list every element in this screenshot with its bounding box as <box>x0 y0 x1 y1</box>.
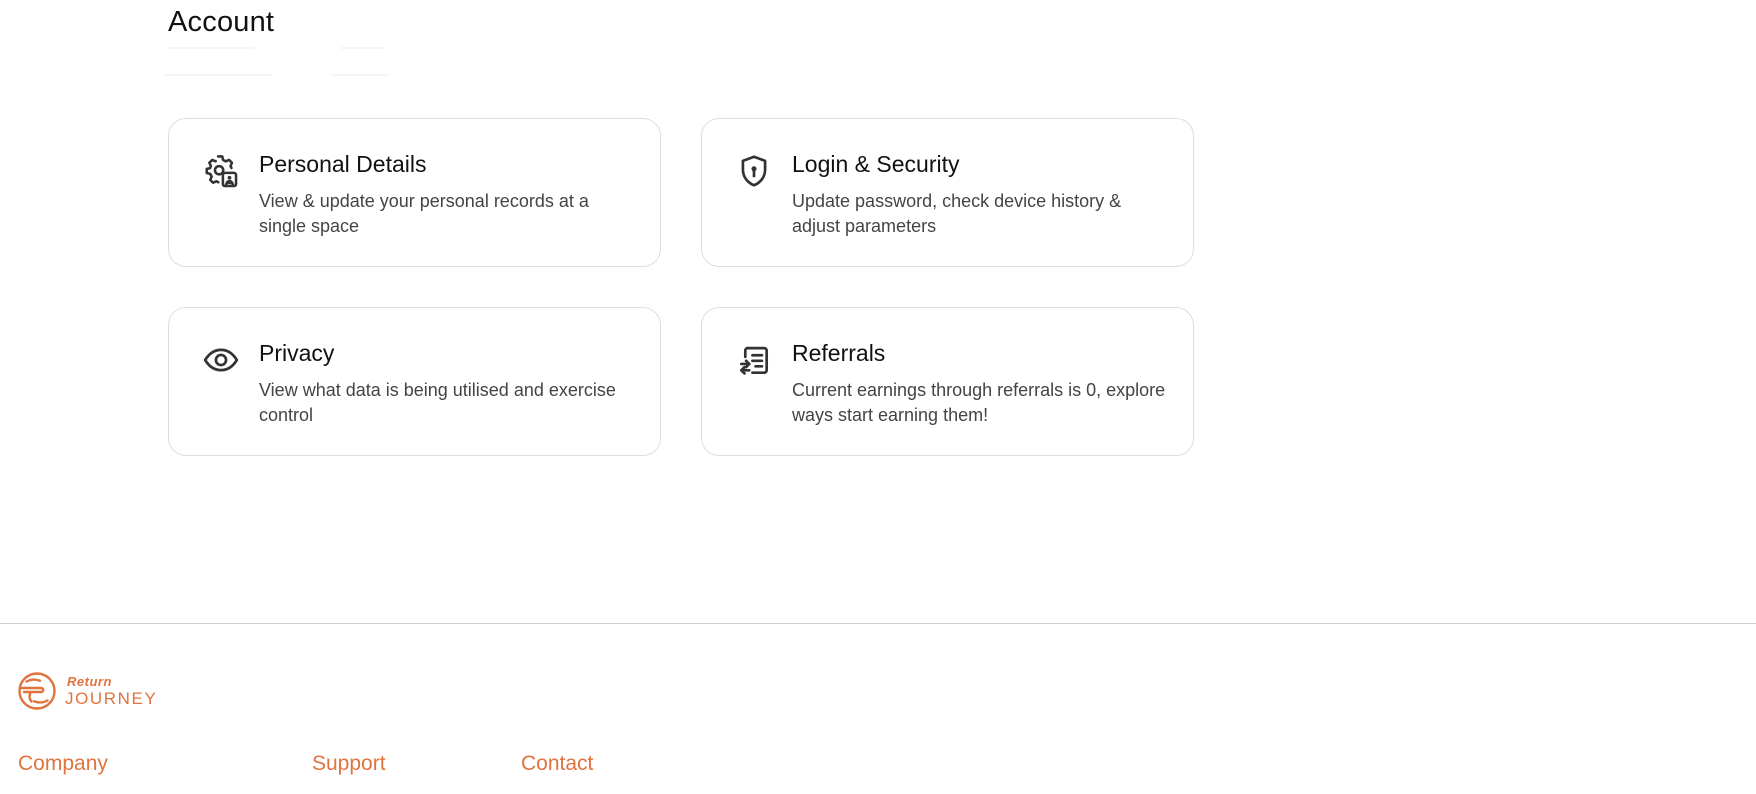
card-title: Privacy <box>259 340 335 366</box>
logo-text-bottom: JOURNEY <box>65 689 158 708</box>
gear-user-icon <box>202 152 240 190</box>
faint-divider <box>168 47 253 49</box>
footer-company-link[interactable]: Company <box>18 752 108 776</box>
card-description: View & update your personal records at a… <box>259 191 589 236</box>
faint-divider <box>164 74 272 76</box>
card-title: Personal Details <box>259 151 427 177</box>
card-title: Referrals <box>792 340 886 366</box>
eye-icon <box>202 341 240 379</box>
globe-logo-icon <box>18 672 56 710</box>
page-title: Account <box>168 6 275 38</box>
shield-lock-icon <box>735 152 773 190</box>
logo-text-top: Return <box>67 674 112 689</box>
footer-contact-link[interactable]: Contact <box>521 752 593 776</box>
card-description: View what data is being utilised and exe… <box>259 380 616 425</box>
footer-support-link[interactable]: Support <box>312 752 386 776</box>
card-description: Current earnings through referrals is 0,… <box>792 380 1166 425</box>
footer-nav: Company Support Contact <box>0 752 1756 782</box>
card-title: Login & Security <box>792 151 960 177</box>
account-cards-grid: Personal Details View & update your pers… <box>168 118 1194 456</box>
referral-list-icon <box>735 341 773 379</box>
faint-divider <box>340 47 385 49</box>
card-description: Update password, check device history & … <box>792 191 1122 236</box>
footer-logo[interactable]: Return JOURNEY <box>17 670 157 712</box>
privacy-card[interactable]: Privacy View what data is being utilised… <box>168 307 661 456</box>
login-security-card[interactable]: Login & Security Update password, check … <box>701 118 1194 267</box>
personal-details-card[interactable]: Personal Details View & update your pers… <box>168 118 661 267</box>
footer-divider <box>0 623 1756 624</box>
referrals-card[interactable]: Referrals Current earnings through refer… <box>701 307 1194 456</box>
faint-divider <box>330 74 390 76</box>
